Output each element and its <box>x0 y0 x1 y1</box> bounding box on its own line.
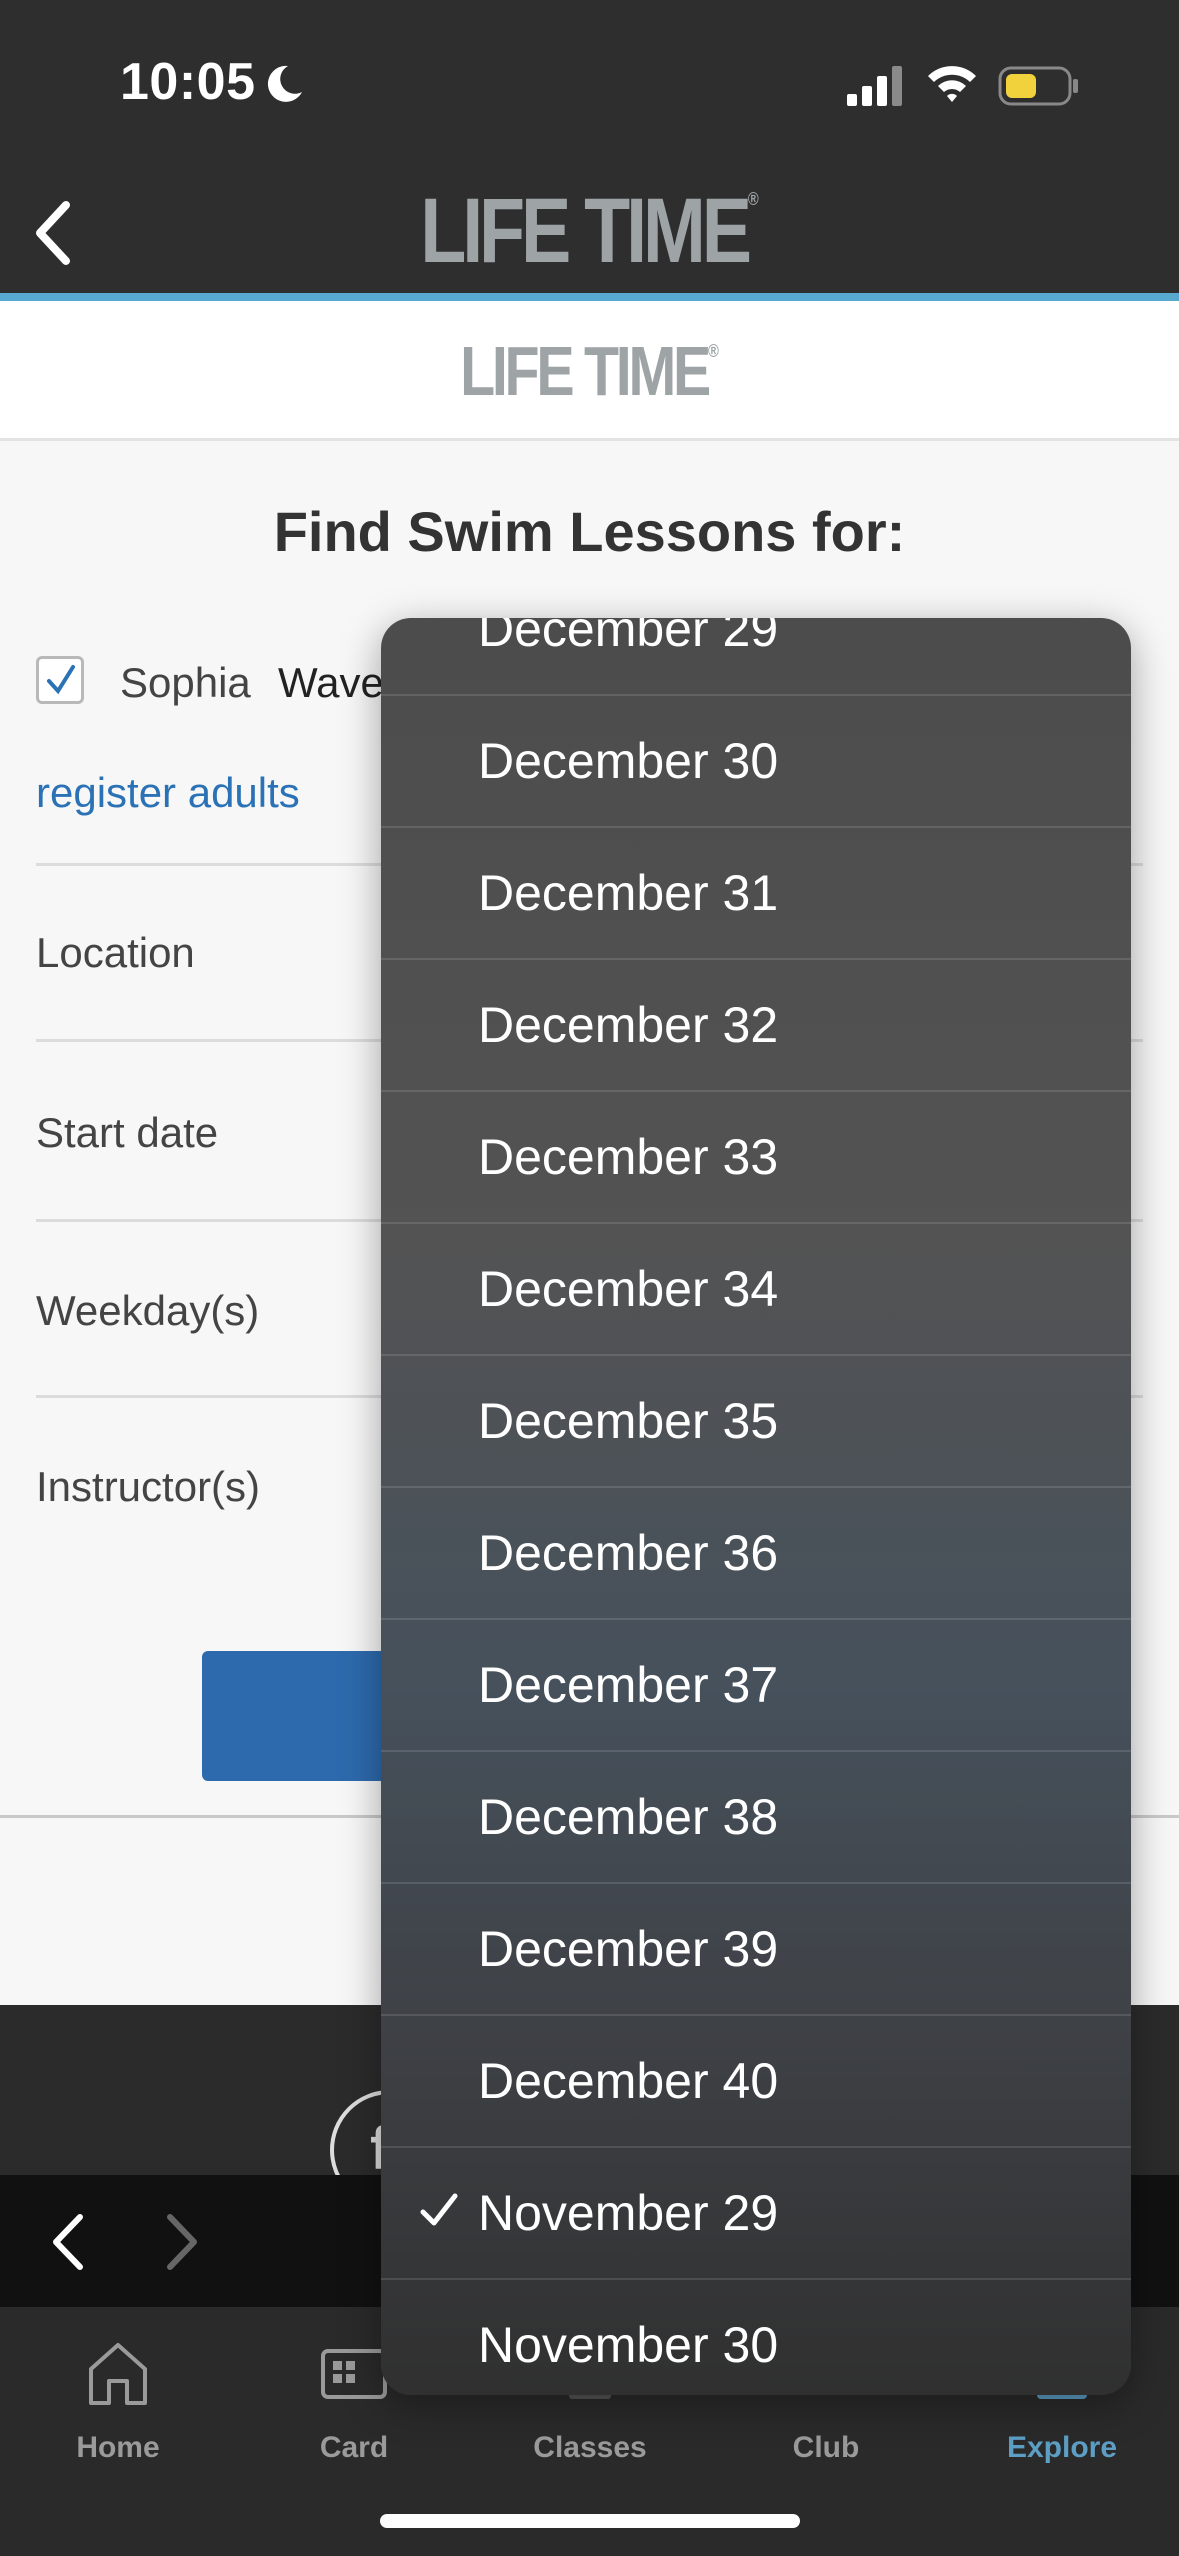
home-indicator <box>380 2514 800 2528</box>
cellular-signal-icon <box>847 66 902 106</box>
wifi-icon <box>928 66 976 102</box>
app-header: LIFE TIME® <box>0 165 1179 295</box>
tab-label: Home <box>76 2431 160 2464</box>
picker-list: December 29 December 30 December 31 Decembe… <box>381 618 1131 2395</box>
status-time: 10:05 <box>120 53 256 111</box>
picker-option-label: December 30 <box>478 733 779 789</box>
back-arrow-icon[interactable] <box>18 193 88 273</box>
picker-option-label: December 36 <box>478 1525 779 1581</box>
picker-option-label: December 32 <box>478 997 779 1053</box>
picker-option-label: December 33 <box>478 1129 779 1185</box>
picker-option-label: November 29 <box>478 2185 779 2241</box>
picker-option[interactable]: December 36 <box>381 1488 1131 1620</box>
start-date-label[interactable]: Start date <box>36 1109 218 1157</box>
weekdays-label[interactable]: Weekday(s) <box>36 1287 259 1335</box>
picker-option-label: November 30 <box>478 2317 779 2373</box>
register-adults-link[interactable]: register adults <box>36 769 300 817</box>
picker-option[interactable]: December 29 <box>381 618 1131 696</box>
picker-option[interactable]: December 33 <box>381 1092 1131 1224</box>
battery-icon <box>998 66 1078 106</box>
home-icon <box>89 2343 147 2405</box>
start-date-picker[interactable]: December 29 December 30 December 31 Decembe… <box>381 618 1131 2395</box>
moon-icon <box>267 65 302 102</box>
picker-option-label: December 38 <box>478 1789 779 1845</box>
checkmark-icon <box>420 2193 458 2226</box>
tab-label: Classes <box>533 2431 647 2464</box>
picker-option[interactable]: November 29 <box>381 2148 1131 2280</box>
location-label[interactable]: Location <box>36 929 195 977</box>
picker-option-label: December 37 <box>478 1657 779 1713</box>
picker-option[interactable]: December 38 <box>381 1752 1131 1884</box>
picker-option[interactable]: December 40 <box>381 2016 1131 2148</box>
picker-option-label: December 40 <box>478 2053 779 2109</box>
tab-label: Explore <box>1006 2431 1118 2464</box>
picker-option[interactable]: December 30 <box>381 696 1131 828</box>
picker-option-label: December 35 <box>478 1393 779 1449</box>
web-brand-logo: LIFE TIME® <box>460 332 719 410</box>
picker-option[interactable]: December 31 <box>381 828 1131 960</box>
checkmark-icon <box>47 665 75 695</box>
instructors-label[interactable]: Instructor(s) <box>36 1463 260 1511</box>
child-name: Sophia <box>120 659 251 706</box>
child-checkbox[interactable] <box>36 656 84 704</box>
status-bar: 10:05 <box>0 0 1179 165</box>
browser-forward-icon[interactable] <box>150 2207 210 2277</box>
accent-line <box>0 293 1179 301</box>
card-icon <box>321 2349 387 2399</box>
brand-logo: LIFE TIME® <box>420 180 759 282</box>
child-level: Wave <box>278 659 384 706</box>
web-brand-band: LIFE TIME® <box>0 301 1179 441</box>
tab-label: Card <box>319 2431 389 2464</box>
picker-option-label: December 29 <box>478 618 779 657</box>
picker-option-label: December 34 <box>478 1261 779 1317</box>
picker-option[interactable]: December 34 <box>381 1224 1131 1356</box>
picker-option[interactable]: November 30 <box>381 2280 1131 2395</box>
tab-label: Club <box>792 2431 860 2464</box>
picker-option[interactable]: December 32 <box>381 960 1131 1092</box>
picker-option[interactable]: December 37 <box>381 1620 1131 1752</box>
picker-option-label: December 31 <box>478 865 779 921</box>
tab-home[interactable]: Home <box>0 2327 236 2467</box>
picker-option-label: December 39 <box>478 1921 779 1977</box>
page-title: Find Swim Lessons for: <box>273 500 906 563</box>
browser-back-icon[interactable] <box>40 2207 100 2277</box>
picker-option[interactable]: December 39 <box>381 1884 1131 2016</box>
picker-option[interactable]: December 35 <box>381 1356 1131 1488</box>
